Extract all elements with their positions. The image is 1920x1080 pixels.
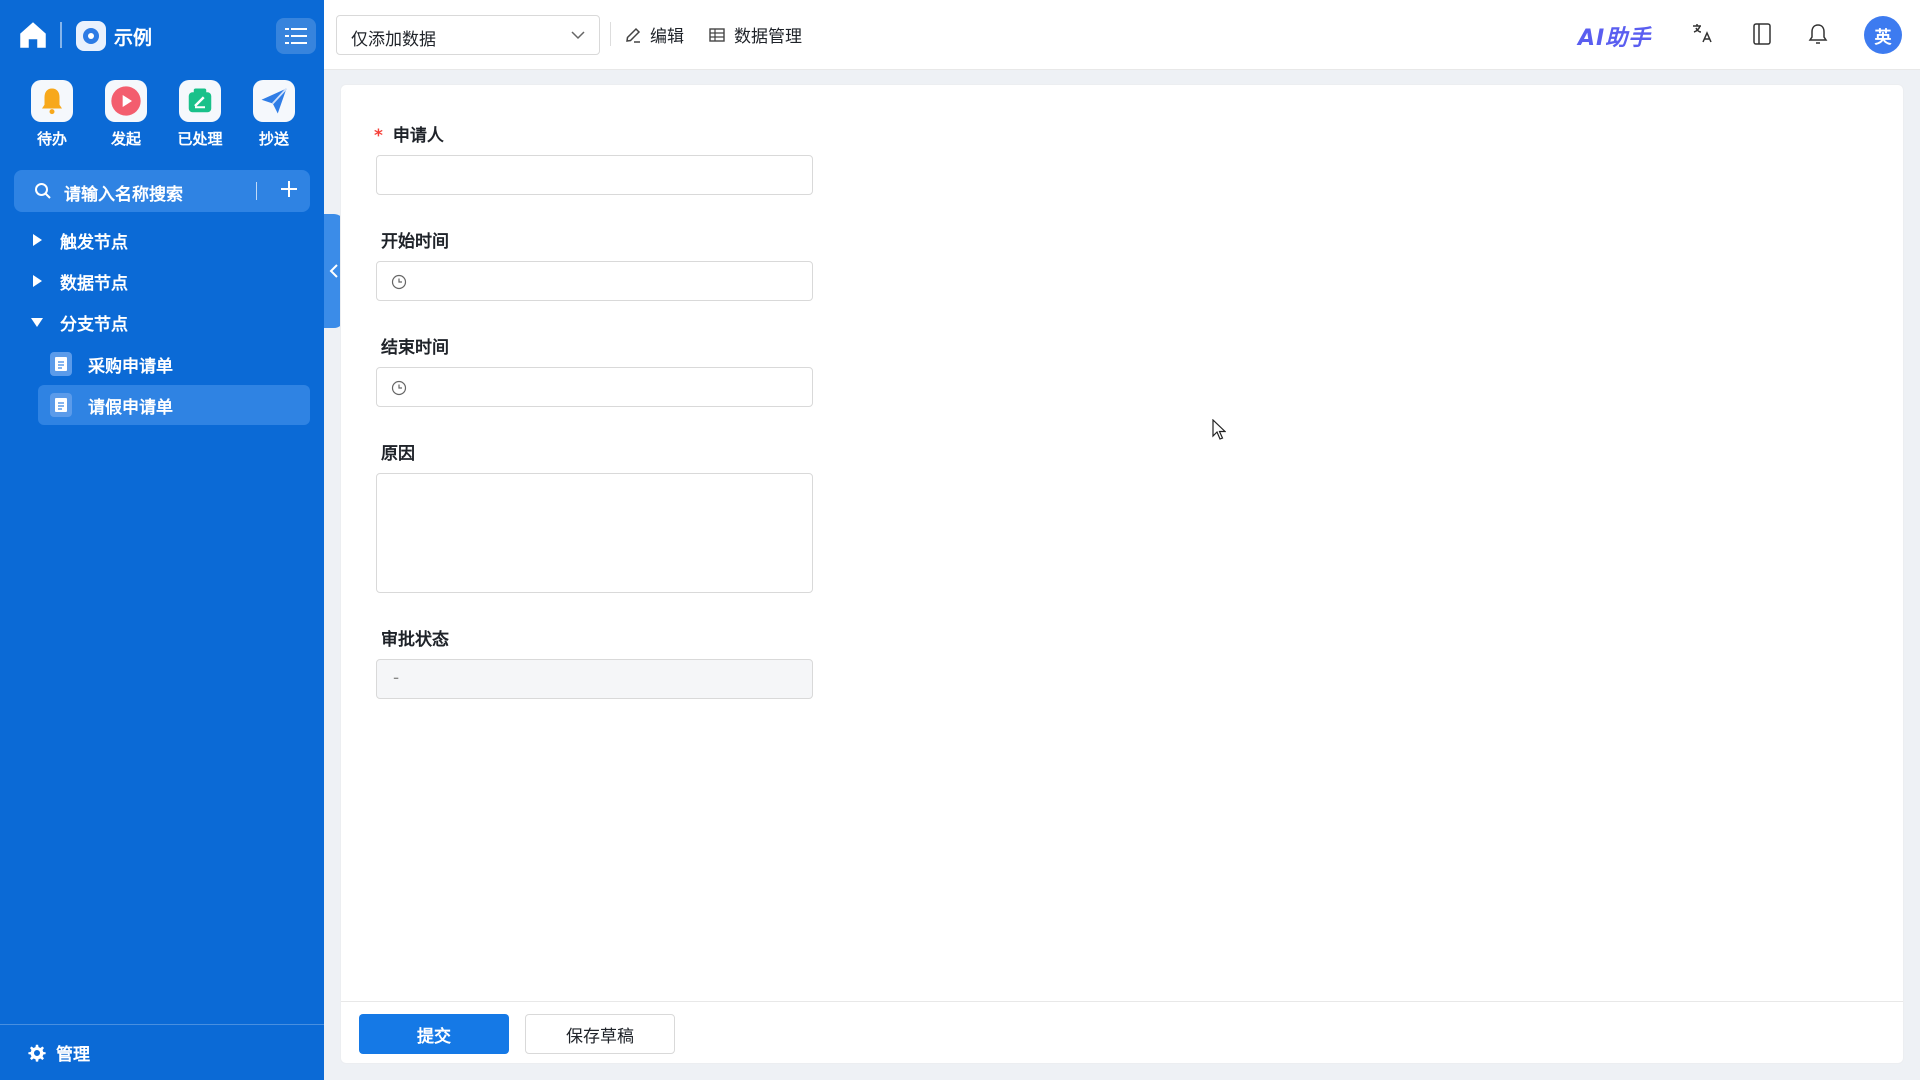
field-label-end-time: 结束时间: [381, 338, 449, 358]
field-label-start-time: 开始时间: [381, 232, 449, 252]
app-logo-icon: [76, 21, 106, 51]
chevron-down-icon: [571, 31, 585, 40]
end-time-picker[interactable]: [376, 367, 813, 407]
processed-icon: [179, 80, 221, 122]
clock-icon: [391, 274, 407, 290]
save-draft-button[interactable]: 保存草稿: [525, 1014, 675, 1054]
translate-icon[interactable]: [1688, 20, 1716, 48]
tree-node-trigger[interactable]: 触发节点: [0, 220, 324, 260]
gear-icon: [28, 1044, 46, 1062]
applicant-input[interactable]: [376, 155, 813, 195]
toolbar-divider: [610, 22, 611, 46]
mode-select[interactable]: 仅添加数据: [336, 15, 600, 55]
menu-icon[interactable]: [276, 18, 316, 54]
manage-button[interactable]: 管理: [0, 1024, 324, 1080]
quick-action-todo[interactable]: 待办: [22, 80, 82, 149]
reason-textarea[interactable]: [376, 473, 813, 593]
add-icon[interactable]: [276, 176, 302, 202]
form-panel: * 申请人 开始时间 结束时间 原因 审批状态 - 提交 保存草稿: [340, 84, 1904, 1064]
field-label-reason: 原因: [381, 444, 415, 464]
submit-button[interactable]: 提交: [359, 1014, 509, 1054]
quick-action-cc[interactable]: 抄送: [244, 80, 304, 149]
user-avatar[interactable]: 英: [1864, 16, 1902, 54]
sidebar: 示例 待办 发起 已处理 抄送 请输入名称搜索 触发节点 数据节点 分支节点 采…: [0, 0, 324, 1080]
mode-select-value: 仅添加数据: [351, 30, 436, 50]
home-icon[interactable]: [16, 18, 50, 52]
search-box[interactable]: 请输入名称搜索: [14, 170, 310, 212]
book-icon[interactable]: [1748, 20, 1776, 48]
pencil-icon: [626, 27, 641, 43]
search-input[interactable]: 请输入名称搜索: [64, 180, 183, 205]
ai-assistant-button[interactable]: AI助手: [1578, 20, 1651, 52]
search-icon: [34, 182, 52, 200]
approval-status-field: -: [376, 659, 813, 699]
bell-icon: [31, 80, 73, 122]
clock-icon: [391, 380, 407, 396]
mouse-cursor-icon: [1212, 419, 1226, 440]
field-label-approval-status: 审批状态: [381, 630, 449, 650]
chevron-left-icon: [329, 264, 338, 278]
tree-node-branch[interactable]: 分支节点: [0, 302, 324, 342]
quick-action-initiate[interactable]: 发起: [96, 80, 156, 149]
caret-down-icon: [31, 318, 43, 327]
form-footer: 提交 保存草稿: [341, 1001, 1903, 1063]
tree-node-data[interactable]: 数据节点: [0, 261, 324, 301]
document-icon: [50, 352, 72, 376]
table-icon: [709, 27, 725, 42]
app-name: 示例: [114, 27, 153, 49]
send-icon: [253, 80, 295, 122]
approval-status-value: -: [393, 668, 400, 688]
tree-leaf-leave-form[interactable]: 请假申请单: [38, 385, 310, 425]
search-divider: [256, 182, 257, 200]
field-label-applicant: * 申请人: [374, 126, 444, 146]
caret-right-icon: [33, 275, 42, 287]
tree-leaf-purchase-form[interactable]: 采购申请单: [38, 344, 310, 384]
play-icon: [105, 80, 147, 122]
notification-bell-icon[interactable]: [1804, 20, 1832, 48]
required-marker: *: [374, 126, 383, 146]
caret-right-icon: [33, 234, 42, 246]
quick-action-processed[interactable]: 已处理: [170, 80, 230, 149]
header-divider: [60, 22, 62, 48]
edit-button[interactable]: 编辑: [624, 22, 684, 47]
top-toolbar: 仅添加数据 编辑 数据管理 AI助手 英: [324, 0, 1920, 70]
document-icon: [50, 393, 72, 417]
sidebar-header: 示例: [0, 0, 324, 72]
start-time-picker[interactable]: [376, 261, 813, 301]
data-manage-button[interactable]: 数据管理: [708, 22, 802, 47]
